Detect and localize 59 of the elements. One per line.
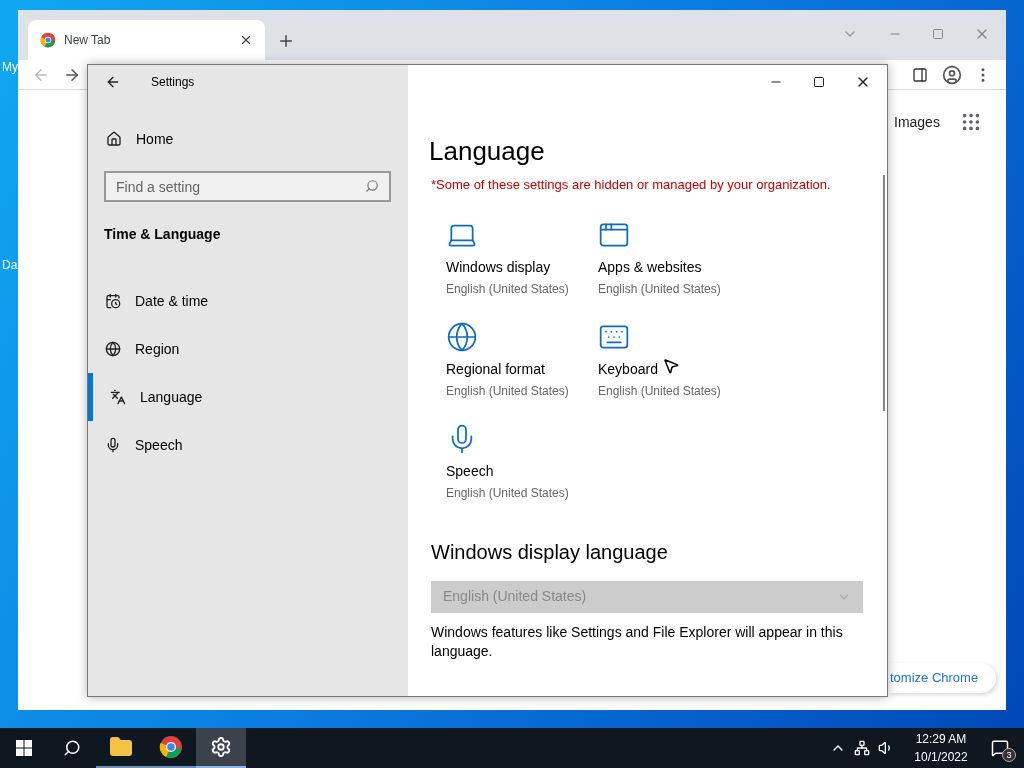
side-panel-icon[interactable] xyxy=(912,66,928,83)
search-icon xyxy=(63,739,81,757)
window-title: Settings xyxy=(151,74,195,91)
tile-title: Apps & websites xyxy=(598,257,702,277)
new-tab-icon[interactable] xyxy=(277,32,295,50)
mouse-cursor-icon xyxy=(662,357,680,375)
taskbar-app[interactable] xyxy=(196,728,246,768)
tile-subtitle: English (United States) xyxy=(446,484,569,502)
globe-icon xyxy=(105,341,121,357)
tile-title: Speech xyxy=(446,461,494,481)
microphone-icon xyxy=(105,437,121,453)
section-heading: Windows display language xyxy=(431,539,669,565)
profile-icon[interactable] xyxy=(942,64,962,85)
browser-tab[interactable]: New Tab xyxy=(28,20,265,60)
nav-item[interactable]: Region xyxy=(88,325,408,373)
clock[interactable]: 12:29 AM 10/1/2022 xyxy=(906,730,976,766)
chrome-logo-icon xyxy=(159,735,183,759)
language-setting-tile[interactable]: Apps & websites English (United States) xyxy=(598,218,748,303)
nav-item[interactable]: Speech xyxy=(88,421,408,469)
globe-icon xyxy=(446,320,478,353)
windows-logo-icon xyxy=(16,740,32,756)
apps-grid-icon[interactable] xyxy=(960,111,982,133)
search-field[interactable]: Find a setting xyxy=(104,171,391,202)
home-nav-item[interactable]: Home xyxy=(88,121,408,157)
tab-title: New Tab xyxy=(64,32,112,49)
desktop-icon-label: My xyxy=(2,59,18,76)
nav-item[interactable]: Date & time xyxy=(88,277,408,325)
nav-item[interactable]: Language xyxy=(88,373,408,421)
tile-subtitle: English (United States) xyxy=(446,382,569,400)
tile-title: Keyboard xyxy=(598,359,658,379)
tile-subtitle: English (United States) xyxy=(446,280,569,298)
search-icon xyxy=(365,179,379,193)
home-icon xyxy=(106,131,122,147)
gear-icon xyxy=(210,736,232,758)
language-icon xyxy=(110,389,126,405)
back-icon[interactable] xyxy=(105,74,121,90)
calendar-clock-icon xyxy=(105,293,121,309)
folder-icon xyxy=(109,735,133,759)
language-setting-tile[interactable]: Regional format English (United States) xyxy=(446,320,596,405)
language-setting-tile[interactable]: Windows display English (United States) xyxy=(446,218,596,303)
desktop-icon-label: Da xyxy=(2,257,18,274)
page-heading: Language xyxy=(429,135,546,167)
tile-title: Regional format xyxy=(446,359,545,379)
notification-badge: 3 xyxy=(1002,748,1016,762)
close-icon[interactable] xyxy=(239,33,253,47)
language-setting-tile[interactable]: Speech English (United States) xyxy=(446,422,596,507)
tile-subtitle: English (United States) xyxy=(598,382,721,400)
images-link[interactable]: Images xyxy=(894,112,940,133)
description-text: Windows features like Settings and File Explorer will appear in this language. xyxy=(431,622,844,661)
notification-icon[interactable] xyxy=(991,739,1009,757)
managed-notice: *Some of these settings are hidden or managed by your organization. xyxy=(431,176,832,194)
customize-chrome-button[interactable]: tomize Chrome xyxy=(888,663,997,693)
tile-title: Windows display xyxy=(446,257,551,277)
tile-subtitle: English (United States) xyxy=(598,280,721,298)
language-setting-tile[interactable]: Keyboard English (United States) xyxy=(598,320,748,405)
section-heading: Time & Language xyxy=(104,225,222,244)
chrome-logo-icon xyxy=(40,32,56,48)
network-icon[interactable] xyxy=(854,740,870,756)
maximize-icon[interactable] xyxy=(813,76,825,88)
